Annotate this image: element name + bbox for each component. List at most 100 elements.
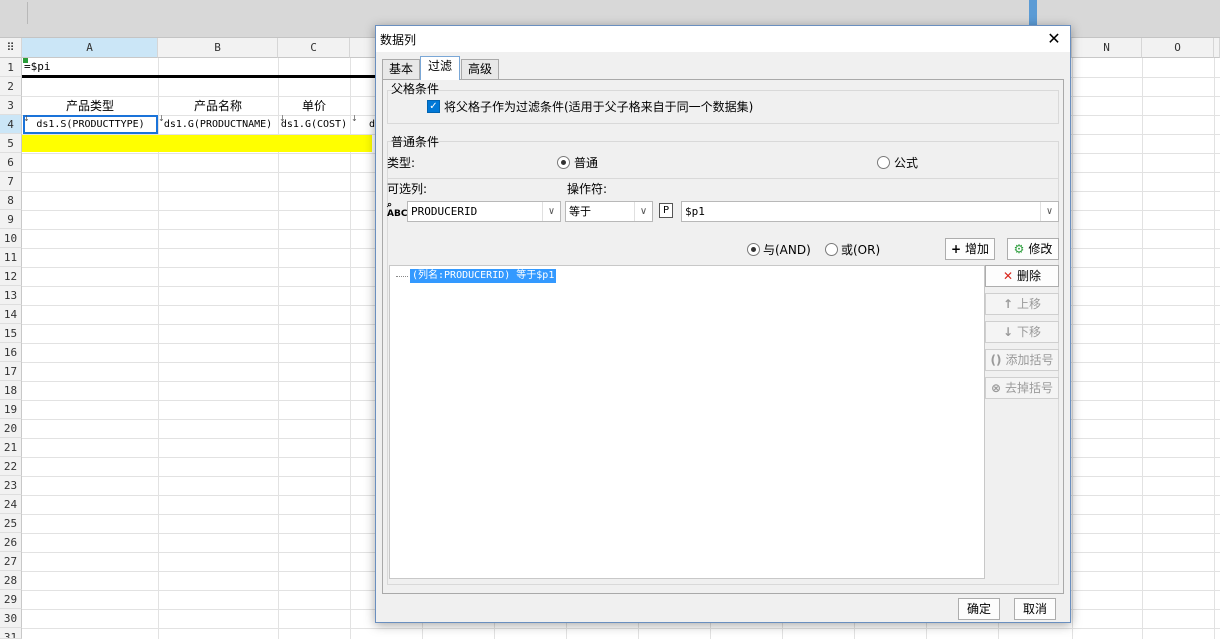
- row-header[interactable]: 9: [0, 210, 22, 229]
- expand-down-icon: ↓: [158, 114, 165, 123]
- cell-c3[interactable]: 单价: [278, 97, 350, 115]
- row-5-highlight: [22, 134, 372, 152]
- column-header-next[interactable]: [1214, 38, 1220, 58]
- row-header[interactable]: 27: [0, 552, 22, 571]
- value-select[interactable]: $p1 ∨: [681, 201, 1059, 222]
- plus-icon: +: [950, 242, 962, 256]
- parent-filter-checkbox[interactable]: ✓: [427, 100, 440, 113]
- move-down-button[interactable]: ↓ 下移: [985, 321, 1059, 343]
- row-header[interactable]: 1: [0, 58, 22, 77]
- tab-filter[interactable]: 过滤: [420, 56, 460, 80]
- parent-filter-label: 将父格子作为过滤条件(适用于父子格来自于同一个数据集): [444, 100, 754, 114]
- operator-select-value: 等于: [569, 205, 591, 218]
- filter-tab-panel: 父格条件 ✓ 将父格子作为过滤条件(适用于父子格来自于同一个数据集) 普通条件 …: [382, 79, 1064, 594]
- row-header[interactable]: 18: [0, 381, 22, 400]
- row-header[interactable]: 20: [0, 419, 22, 438]
- row-header[interactable]: 23: [0, 476, 22, 495]
- value-select-value: $p1: [685, 205, 705, 218]
- gridline: [22, 628, 1220, 629]
- expand-down-icon: ↓: [351, 114, 358, 123]
- cell-b3[interactable]: 产品名称: [158, 97, 278, 115]
- select-all-corner[interactable]: ⠿: [0, 38, 22, 58]
- row-header[interactable]: 14: [0, 305, 22, 324]
- type-normal-radio[interactable]: [557, 156, 570, 169]
- column-header-b[interactable]: B: [158, 38, 278, 58]
- row-header[interactable]: 3: [0, 96, 22, 115]
- type-formula-radio[interactable]: [877, 156, 890, 169]
- arrow-up-icon: ↑: [1002, 297, 1014, 311]
- and-radio[interactable]: [747, 243, 760, 256]
- operator-select[interactable]: 等于 ∨: [565, 201, 653, 222]
- ok-button[interactable]: 确定: [958, 598, 1000, 620]
- bracket-icon: (): [990, 353, 1002, 367]
- toolbar-separator: [27, 2, 28, 24]
- cell-b4[interactable]: ds1.G(PRODUCTNAME): [160, 118, 276, 132]
- row-header[interactable]: 16: [0, 343, 22, 362]
- row-header[interactable]: 5: [0, 134, 22, 153]
- tab-advanced[interactable]: 高级: [461, 59, 499, 79]
- cell-a3[interactable]: 产品类型: [22, 97, 158, 115]
- move-up-button[interactable]: ↑ 上移: [985, 293, 1059, 315]
- row-header[interactable]: 15: [0, 324, 22, 343]
- cancel-button[interactable]: 取消: [1014, 598, 1056, 620]
- column-header-n[interactable]: N: [1072, 38, 1142, 58]
- row-header[interactable]: 28: [0, 571, 22, 590]
- delete-button-label: 删除: [1017, 269, 1042, 283]
- delete-x-icon: ✕: [1002, 269, 1014, 283]
- condition-list[interactable]: (列名:PRODUCERID) 等于$p1: [389, 265, 985, 579]
- toolbar-accent: [1029, 0, 1037, 25]
- cell-a1[interactable]: =$pi: [24, 60, 154, 76]
- row-header[interactable]: 31: [0, 628, 22, 639]
- row-header[interactable]: 29: [0, 590, 22, 609]
- or-radio[interactable]: [825, 243, 838, 256]
- row-header[interactable]: 13: [0, 286, 22, 305]
- column-select-value: PRODUCERID: [411, 205, 478, 218]
- row-header[interactable]: 10: [0, 229, 22, 248]
- arrow-down-icon: ↓: [1002, 325, 1014, 339]
- modify-button-label: 修改: [1028, 242, 1053, 256]
- row-header[interactable]: 12: [0, 267, 22, 286]
- row-header[interactable]: 11: [0, 248, 22, 267]
- row-header[interactable]: 2: [0, 77, 22, 96]
- add-button[interactable]: + 增加: [945, 238, 995, 260]
- row-header[interactable]: 17: [0, 362, 22, 381]
- dialog-titlebar[interactable]: 数据列 ✕: [376, 26, 1070, 52]
- row-header[interactable]: 21: [0, 438, 22, 457]
- modify-button[interactable]: ⚙ 修改: [1007, 238, 1059, 260]
- remove-bracket-button-label: 去掉括号: [1005, 381, 1054, 395]
- row-header[interactable]: 8: [0, 191, 22, 210]
- row-header[interactable]: 25: [0, 514, 22, 533]
- and-label: 与(AND): [763, 243, 811, 257]
- chevron-down-icon[interactable]: ∨: [1040, 202, 1058, 221]
- column-header-c[interactable]: C: [278, 38, 350, 58]
- operator-label: 操作符:: [567, 182, 608, 196]
- type-formula-label: 公式: [894, 156, 919, 170]
- cell-a4[interactable]: ds1.S(PRODUCTTYPE): [24, 118, 157, 132]
- cell-c4[interactable]: ds1.G(COST): [280, 118, 348, 132]
- tree-connector: [396, 276, 408, 277]
- cell-marker-icon: [23, 58, 28, 63]
- type-normal-label: 普通: [574, 156, 599, 170]
- row-header[interactable]: 4: [0, 115, 22, 134]
- edit-icon: ⚙: [1013, 242, 1025, 256]
- row-header[interactable]: 22: [0, 457, 22, 476]
- row-header[interactable]: 7: [0, 172, 22, 191]
- add-bracket-button[interactable]: () 添加括号: [985, 349, 1059, 371]
- row-header[interactable]: 26: [0, 533, 22, 552]
- column-header-o[interactable]: O: [1142, 38, 1214, 58]
- row-header[interactable]: 6: [0, 153, 22, 172]
- remove-bracket-button[interactable]: ⊗ 去掉括号: [985, 377, 1059, 399]
- delete-button[interactable]: ✕ 删除: [985, 265, 1059, 287]
- row-header[interactable]: 24: [0, 495, 22, 514]
- row-header[interactable]: 19: [0, 400, 22, 419]
- close-icon[interactable]: ✕: [1044, 29, 1064, 49]
- chevron-down-icon[interactable]: ∨: [542, 202, 560, 221]
- column-select[interactable]: PRODUCERID ∨: [407, 201, 561, 222]
- parameter-icon[interactable]: P: [659, 203, 673, 218]
- tab-basic[interactable]: 基本: [382, 59, 420, 79]
- condition-item[interactable]: (列名:PRODUCERID) 等于$p1: [410, 269, 557, 283]
- add-button-label: 增加: [965, 242, 990, 256]
- column-header-a[interactable]: A: [22, 38, 158, 58]
- row-header[interactable]: 30: [0, 609, 22, 628]
- chevron-down-icon[interactable]: ∨: [634, 202, 652, 221]
